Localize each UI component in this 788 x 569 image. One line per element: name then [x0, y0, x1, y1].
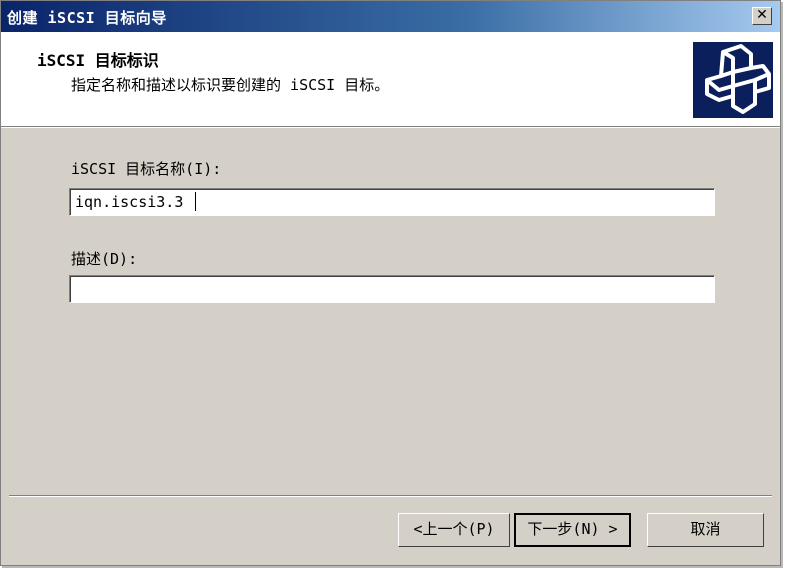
target-name-label: iSCSI 目标名称(I):	[71, 160, 222, 178]
wizard-cross-icon	[693, 42, 773, 118]
description-input[interactable]	[69, 275, 715, 303]
wizard-window: 创建 iSCSI 目标向导 ✕ iSCSI 目标标识 指定名称和描述以标识要创建…	[0, 0, 781, 566]
wizard-header: iSCSI 目标标识 指定名称和描述以标识要创建的 iSCSI 目标。	[1, 32, 780, 127]
title-bar[interactable]: 创建 iSCSI 目标向导 ✕	[1, 1, 780, 32]
description-label: 描述(D):	[71, 250, 138, 268]
page-title: iSCSI 目标标识	[37, 51, 159, 70]
close-button[interactable]: ✕	[752, 7, 772, 25]
cancel-button[interactable]: 取消	[647, 513, 764, 547]
back-button[interactable]: <上一个(P)	[398, 513, 510, 547]
header-separator	[1, 127, 780, 128]
footer-divider	[9, 495, 772, 497]
target-name-value: iqn.iscsi3.3	[75, 193, 184, 211]
target-name-input[interactable]: iqn.iscsi3.3	[69, 188, 715, 216]
text-caret	[195, 192, 196, 211]
next-button[interactable]: 下一步(N) >	[514, 513, 631, 547]
page-subtitle: 指定名称和描述以标识要创建的 iSCSI 目标。	[71, 76, 390, 94]
window-title: 创建 iSCSI 目标向导	[7, 9, 167, 27]
close-icon: ✕	[756, 7, 768, 23]
